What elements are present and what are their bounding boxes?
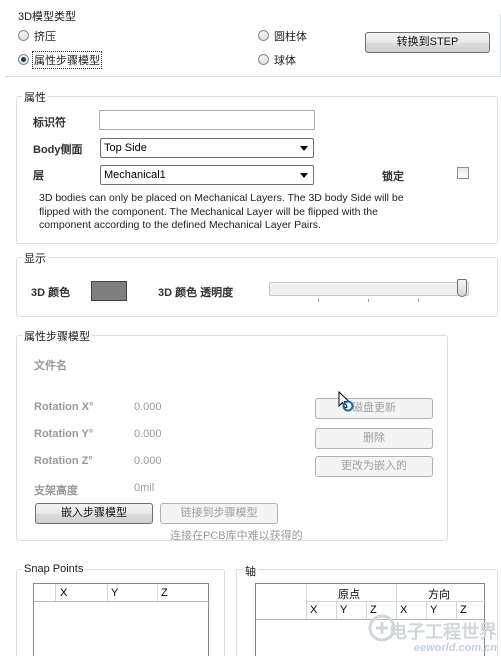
sphere-radio[interactable] xyxy=(258,54,269,65)
note-line: component according to the defined Mecha… xyxy=(39,219,321,231)
snap-points-table[interactable]: X Y Z xyxy=(33,583,210,656)
display-title: 显示 xyxy=(22,250,48,266)
snap-points-title: Snap Points xyxy=(22,563,86,575)
lock-checkbox[interactable] xyxy=(457,167,469,179)
column-divider xyxy=(306,584,307,619)
properties-title: 属性 xyxy=(22,89,48,105)
generic-step-label: 属性步骤模型 xyxy=(32,51,102,69)
identifier-input[interactable] xyxy=(99,110,315,130)
note-line: flipped with the component. The Mechanic… xyxy=(39,205,378,218)
rotation-z-value: 0.000 xyxy=(134,455,162,467)
rotation-y-label: Rotation Y° xyxy=(34,428,94,440)
column-divider xyxy=(55,584,56,601)
direction-y-header[interactable]: Y xyxy=(430,604,437,616)
change-to-embedded-button[interactable]: 更改为嵌入的 xyxy=(315,456,433,477)
body-side-select[interactable]: Top Side xyxy=(100,138,314,158)
extrude-label: 挤压 xyxy=(34,31,56,43)
slider-tick xyxy=(318,299,319,302)
delete-button[interactable]: 删除 xyxy=(315,428,433,449)
column-divider xyxy=(336,601,337,619)
chevron-down-icon xyxy=(300,146,308,151)
column-header-x[interactable]: X xyxy=(60,587,67,599)
opacity-slider-thumb[interactable] xyxy=(457,279,467,297)
convert-to-step-button[interactable]: 转换到STEP xyxy=(365,32,490,53)
origin-header[interactable]: 原点 xyxy=(338,586,360,602)
rotation-z-label: Rotation Z° xyxy=(34,455,93,467)
column-divider xyxy=(426,601,427,619)
origin-y-header[interactable]: Y xyxy=(340,604,347,616)
slider-tick xyxy=(368,299,369,302)
column-divider xyxy=(456,601,457,619)
opacity-slider[interactable] xyxy=(269,282,469,296)
note-line: 3D bodies can only be placed on Mechanic… xyxy=(39,192,404,204)
layer-select[interactable]: Mechanical1 xyxy=(100,165,314,185)
origin-x-header[interactable]: X xyxy=(310,604,317,616)
axis-title: 轴 xyxy=(243,563,258,579)
body-side-value: Top Side xyxy=(104,142,147,154)
direction-z-header[interactable]: Z xyxy=(460,604,467,616)
link-step-model-button[interactable]: 链接到步骤模型 xyxy=(160,503,278,524)
model-type-title: 3D模型类型 xyxy=(16,8,79,24)
column-divider xyxy=(107,584,108,601)
rotation-x-value: 0.000 xyxy=(134,401,162,413)
refresh-from-disk-button[interactable]: 磁盘更新 xyxy=(315,398,433,419)
rotation-y-value: 0.000 xyxy=(134,428,162,440)
header-divider xyxy=(34,601,210,602)
standoff-value: 0mil xyxy=(134,482,155,494)
link-note: 连接在PCB库中难以获得的 xyxy=(170,530,303,542)
rotation-x-label: Rotation X° xyxy=(34,401,94,413)
watermark-text: 电子工程世界 xyxy=(389,622,497,642)
watermark: 电子工程世界 eeworld.com.cn xyxy=(389,618,497,654)
body-side-label: Body侧面 xyxy=(33,144,83,156)
direction-x-header[interactable]: X xyxy=(400,604,407,616)
generic-step-radio[interactable] xyxy=(18,54,29,65)
layer-value: Mechanical1 xyxy=(104,169,166,181)
opacity-label: 3D 颜色 透明度 xyxy=(158,287,234,299)
embed-step-model-button[interactable]: 嵌入步骤模型 xyxy=(35,503,153,524)
layer-label: 层 xyxy=(33,170,44,182)
column-divider xyxy=(396,584,397,619)
extrude-radio[interactable] xyxy=(18,30,29,41)
column-divider xyxy=(366,601,367,619)
chevron-down-icon xyxy=(300,173,308,178)
cylinder-label: 圆柱体 xyxy=(274,31,307,43)
mechanical-layer-note: 3D bodies can only be placed on Mechanic… xyxy=(39,192,494,233)
color-label: 3D 颜色 xyxy=(31,287,71,299)
busy-cursor-icon xyxy=(338,391,354,412)
direction-header[interactable]: 方向 xyxy=(428,586,450,602)
cylinder-radio[interactable] xyxy=(258,30,269,41)
lock-label: 锁定 xyxy=(382,171,404,183)
identifier-label: 标识符 xyxy=(33,117,66,129)
watermark-sub: eeworld.com.cn xyxy=(413,642,497,654)
step-model-title: 属性步骤模型 xyxy=(22,328,92,344)
sphere-label: 球体 xyxy=(274,55,296,67)
column-header-z[interactable]: Z xyxy=(161,587,168,599)
column-header-y[interactable]: Y xyxy=(111,587,118,599)
standoff-label: 支架高度 xyxy=(34,485,78,497)
column-divider xyxy=(157,584,158,601)
color-swatch[interactable] xyxy=(91,281,127,301)
filename-label: 文件名 xyxy=(34,360,67,372)
slider-tick xyxy=(418,299,419,302)
